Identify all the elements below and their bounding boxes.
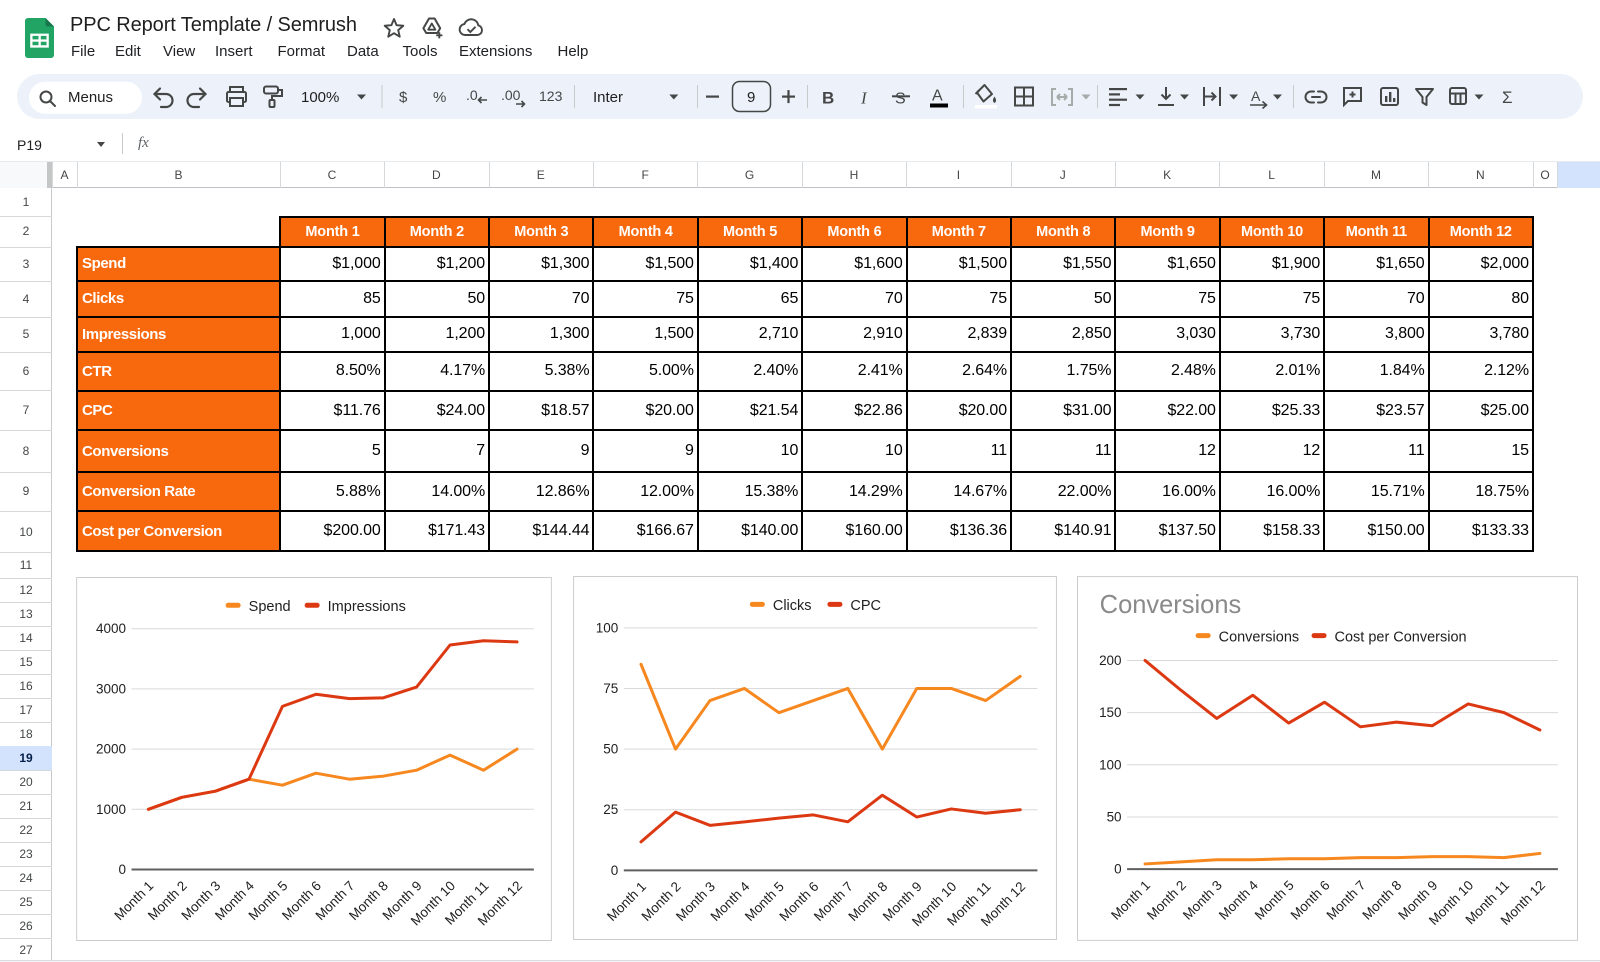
svg-text:CPC: CPC [850, 598, 881, 614]
svg-text:25: 25 [603, 802, 618, 817]
svg-text:100: 100 [596, 620, 619, 635]
svg-text:$: $ [399, 89, 408, 106]
svg-text:A: A [932, 88, 943, 105]
svg-text:Inter: Inter [593, 89, 623, 106]
svg-text:%: % [433, 89, 446, 106]
svg-text:200: 200 [1099, 653, 1122, 668]
svg-text:Conversions: Conversions [1219, 629, 1300, 645]
svg-text:Σ: Σ [1502, 88, 1513, 107]
svg-text:Cost per Conversion: Cost per Conversion [1335, 629, 1467, 645]
svg-text:9: 9 [747, 89, 755, 106]
svg-text:123: 123 [539, 88, 563, 104]
svg-text:0: 0 [118, 862, 126, 877]
svg-text:2000: 2000 [96, 741, 126, 756]
svg-text:0: 0 [611, 863, 619, 878]
svg-text:50: 50 [1107, 809, 1122, 824]
svg-text:A: A [1251, 88, 1261, 104]
svg-text:B: B [822, 89, 834, 108]
svg-text:.00: .00 [501, 87, 521, 103]
svg-text:.0: .0 [466, 87, 478, 103]
svg-text:Impressions: Impressions [327, 599, 405, 615]
svg-text:100%: 100% [301, 89, 339, 106]
svg-text:150: 150 [1099, 705, 1122, 720]
svg-text:0: 0 [1114, 862, 1122, 877]
svg-text:50: 50 [603, 742, 618, 757]
svg-text:Spend: Spend [248, 599, 290, 615]
svg-text:4000: 4000 [96, 621, 126, 636]
svg-text:1000: 1000 [96, 801, 126, 816]
svg-text:100: 100 [1099, 757, 1122, 772]
svg-text:Clicks: Clicks [773, 598, 812, 614]
svg-text:S: S [895, 91, 906, 108]
svg-text:I: I [860, 89, 868, 108]
svg-text:3000: 3000 [96, 681, 126, 696]
svg-text:75: 75 [603, 681, 618, 696]
svg-text:Conversions: Conversions [1100, 591, 1242, 619]
svg-text:Menus: Menus [68, 89, 113, 106]
